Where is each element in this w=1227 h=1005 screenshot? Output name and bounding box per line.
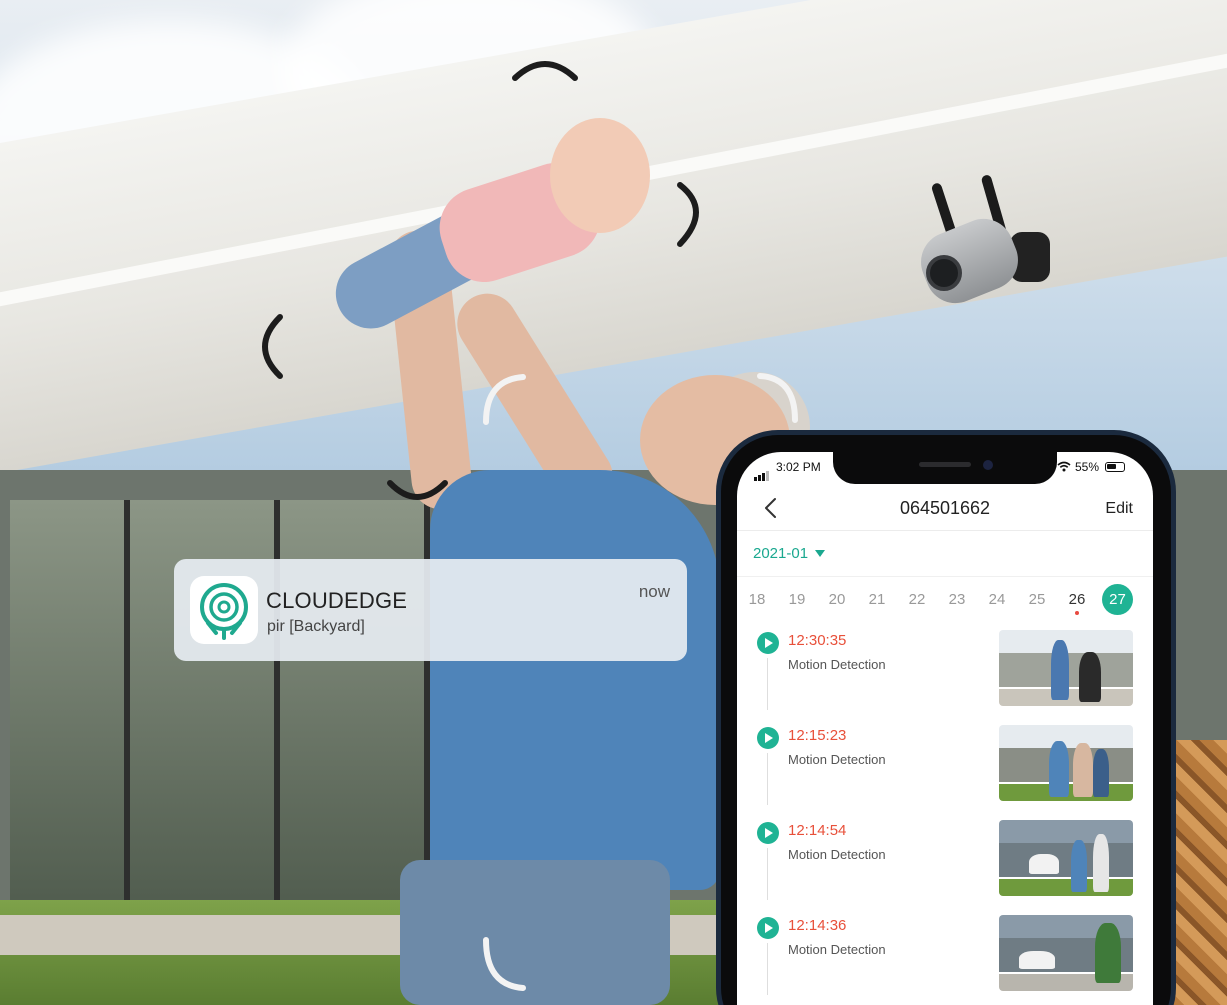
battery-icon (1105, 462, 1125, 472)
edit-button[interactable]: Edit (1105, 500, 1133, 518)
divider (737, 576, 1153, 577)
event-label: Motion Detection (788, 752, 886, 767)
event-row[interactable]: 12:14:36 Motion Detection (737, 915, 1153, 1005)
notification-time: now (638, 582, 670, 601)
event-thumbnail[interactable] (999, 630, 1133, 706)
event-row[interactable]: 12:30:35 Motion Detection (737, 630, 1153, 727)
firewood-stack (1170, 740, 1227, 1005)
divider (737, 530, 1153, 531)
day-item[interactable]: 23 (940, 584, 974, 616)
day-item-selected[interactable]: 27 (1102, 584, 1133, 615)
play-icon[interactable] (757, 632, 779, 654)
day-item[interactable]: 22 (900, 584, 934, 616)
front-camera (983, 460, 993, 470)
status-time: 3:02 PM (776, 460, 821, 474)
focus-bracket-right (677, 182, 699, 247)
father-jeans (400, 860, 670, 1005)
event-label: Motion Detection (788, 657, 886, 672)
cloudedge-logo-icon (190, 576, 258, 644)
wifi-icon (1057, 461, 1071, 475)
event-thumbnail[interactable] (999, 820, 1133, 896)
month-selector[interactable]: 2021-01 (753, 545, 808, 562)
face-bracket-top-right (757, 373, 798, 423)
day-item[interactable]: 21 (860, 584, 894, 616)
camera-lens (926, 255, 962, 291)
focus-bracket-bottom (387, 480, 448, 500)
event-time: 12:30:35 (788, 632, 847, 649)
phone-screen: 3:02 PM 55% 064501662 Edit 2021-01 18 19… (737, 452, 1153, 1005)
event-row[interactable]: 12:15:23 Motion Detection (737, 725, 1153, 822)
play-icon[interactable] (757, 822, 779, 844)
event-time: 12:15:23 (788, 727, 847, 744)
house-window (10, 500, 130, 920)
notification-app-name: CLOUDEDGE (266, 588, 408, 613)
push-notification[interactable]: CLOUDEDGE pir [Backyard] now (174, 559, 687, 661)
cellular-signal-icon (754, 463, 772, 481)
face-bracket-bottom-left (483, 937, 526, 991)
timeline-line (767, 753, 768, 805)
day-item[interactable]: 19 (780, 584, 814, 616)
event-row[interactable]: 12:14:54 Motion Detection (737, 820, 1153, 917)
day-item-has-events[interactable]: 26 (1060, 584, 1094, 616)
play-icon[interactable] (757, 727, 779, 749)
play-icon[interactable] (757, 917, 779, 939)
event-time: 12:14:54 (788, 822, 847, 839)
day-item[interactable]: 25 (1020, 584, 1054, 616)
focus-bracket-left (262, 314, 283, 379)
day-item[interactable]: 18 (740, 584, 774, 616)
speaker-grille (919, 462, 971, 467)
day-item[interactable]: 20 (820, 584, 854, 616)
caret-down-icon[interactable] (815, 550, 825, 557)
baby-head (550, 118, 650, 233)
day-strip: 18 19 20 21 22 23 24 25 26 27 (737, 584, 1153, 616)
father-shirt (430, 470, 720, 890)
phone-notch (833, 452, 1057, 484)
battery-percentage: 55% (1075, 460, 1100, 474)
face-bracket-top-left (483, 374, 526, 425)
notification-message: pir [Backyard] (267, 618, 365, 635)
event-label: Motion Detection (788, 847, 886, 862)
event-thumbnail[interactable] (999, 725, 1133, 801)
device-id-title: 064501662 (899, 498, 991, 518)
event-time: 12:14:36 (788, 917, 847, 934)
event-thumbnail[interactable] (999, 915, 1133, 991)
timeline-line (767, 848, 768, 900)
focus-bracket-top (512, 61, 578, 81)
day-item[interactable]: 24 (980, 584, 1014, 616)
event-label: Motion Detection (788, 942, 886, 957)
timeline-line (767, 658, 768, 710)
timeline-line (767, 943, 768, 995)
